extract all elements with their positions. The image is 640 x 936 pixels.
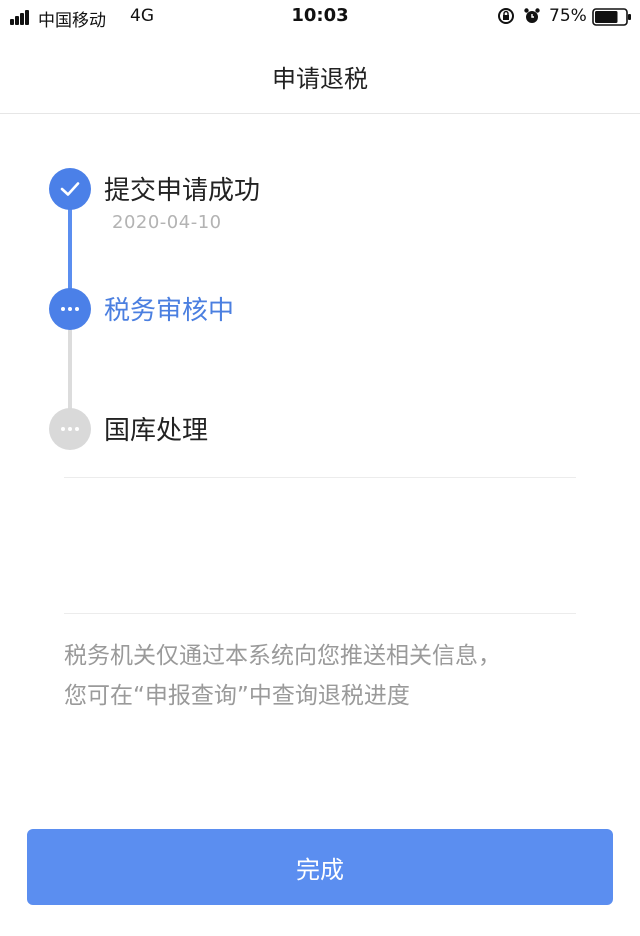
page-title: 申请退税 xyxy=(272,65,368,93)
alarm-icon xyxy=(524,8,540,23)
divider xyxy=(64,613,576,614)
status-time: 10:03 xyxy=(291,5,349,26)
notice-text: 税务机关仅通过本系统向您推送相关信息， 您可在“申报查询”中查询退税进度 xyxy=(64,636,584,716)
step-completed-node xyxy=(49,168,91,210)
refund-progress-timeline: 提交申请成功 2020-04-10 税务审核中 国库处理 xyxy=(0,114,640,484)
ellipsis-icon xyxy=(61,307,79,311)
step-date-submitted: 2020-04-10 xyxy=(112,212,222,233)
checkmark-icon xyxy=(60,182,80,196)
step-label-submitted: 提交申请成功 xyxy=(104,176,261,206)
orientation-lock-icon xyxy=(498,8,514,24)
notice-line-2: 您可在“申报查询”中查询退税进度 xyxy=(64,683,410,709)
status-bar: 中国移动 4G 10:03 75% xyxy=(0,0,640,34)
notice-line-1: 税务机关仅通过本系统向您推送相关信息， xyxy=(64,643,501,669)
step-in-progress-node xyxy=(49,288,91,330)
done-button[interactable]: 完成 xyxy=(27,829,613,905)
ellipsis-icon xyxy=(61,427,79,431)
navigation-bar: 申请退税 xyxy=(0,34,640,114)
step-label-review: 税务审核中 xyxy=(104,296,235,326)
battery-percentage: 75% xyxy=(549,6,587,26)
step-pending-node xyxy=(49,408,91,450)
divider xyxy=(64,477,576,478)
battery-icon xyxy=(592,8,631,26)
step-label-treasury: 国库处理 xyxy=(104,416,209,446)
